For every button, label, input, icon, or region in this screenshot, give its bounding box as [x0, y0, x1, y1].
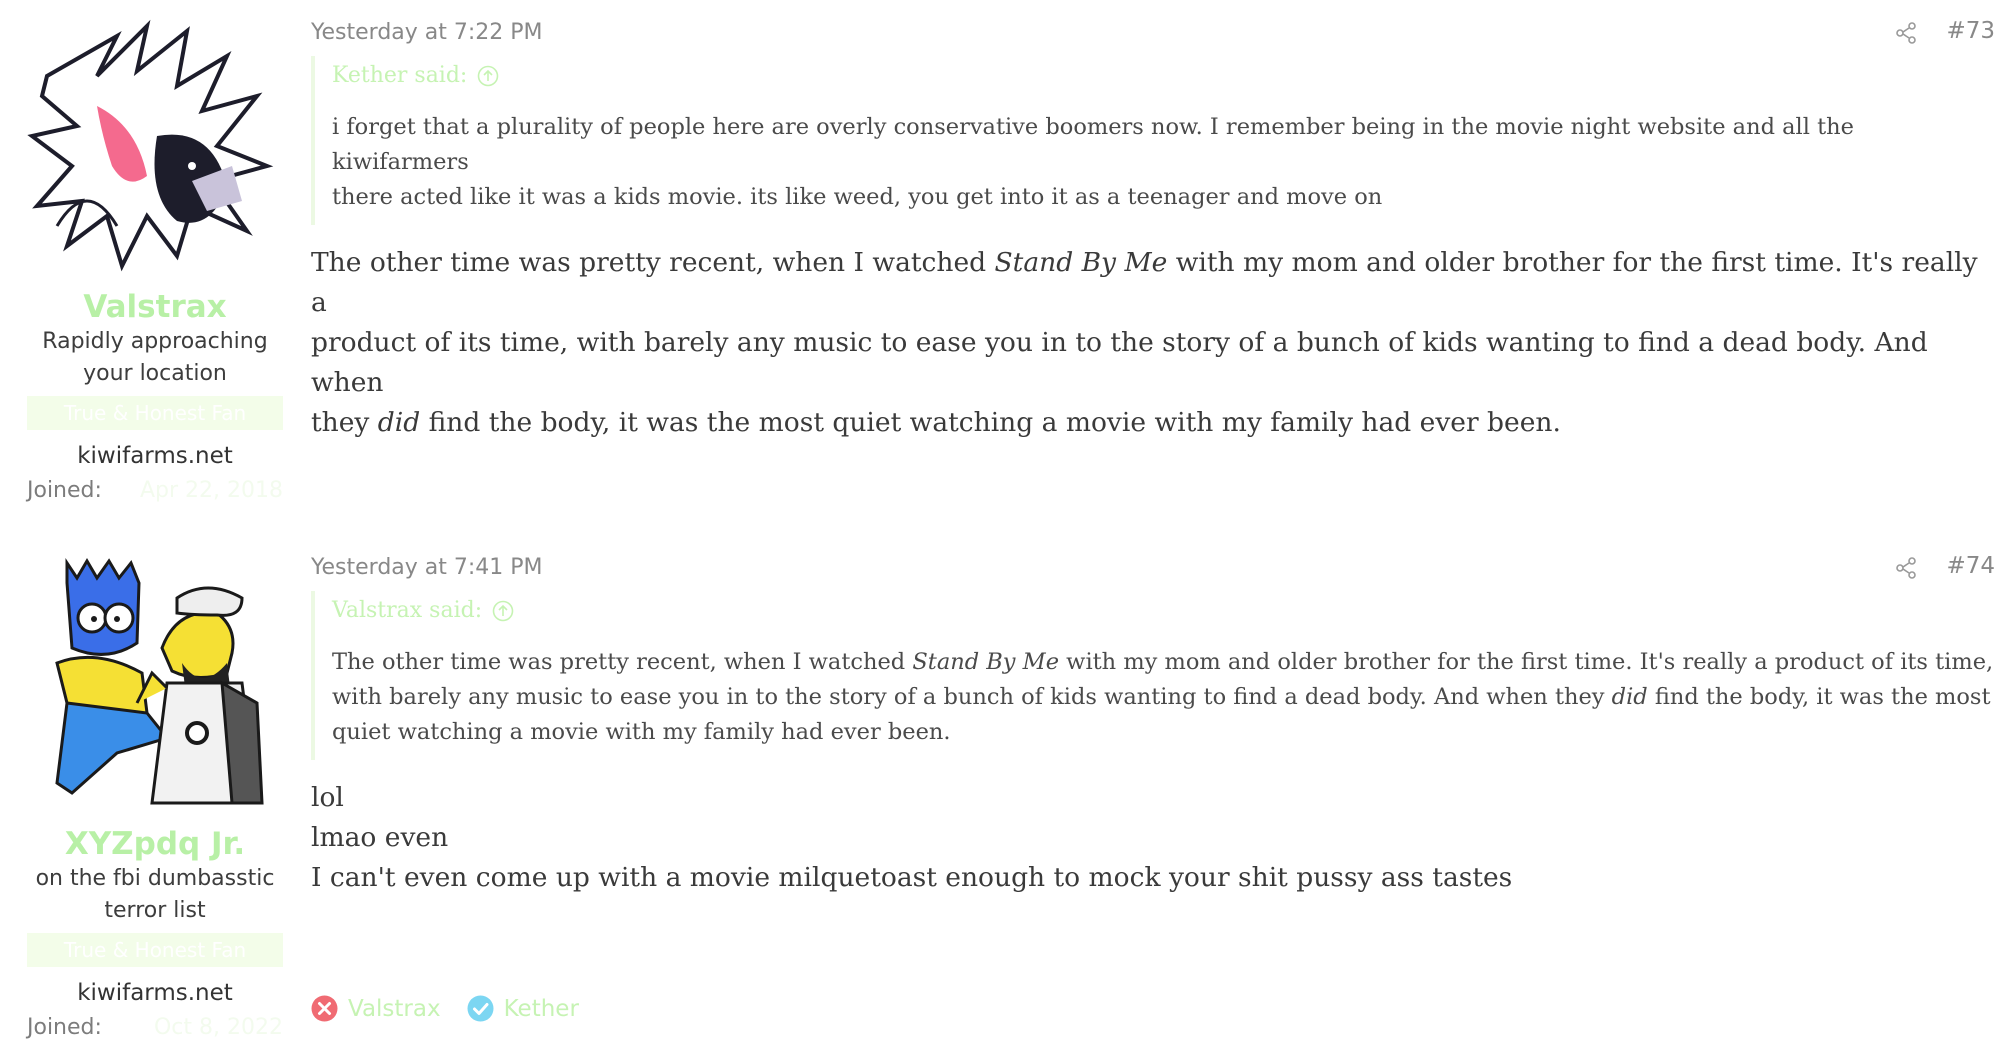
x-circle-icon — [311, 995, 338, 1022]
joined-value: Apr 22, 2018 — [139, 478, 283, 503]
arrow-up-circle-icon[interactable] — [492, 600, 514, 622]
quote-text: The other time was pretty recent, when I… — [332, 649, 913, 675]
username[interactable]: Valstrax — [27, 288, 283, 326]
quote-line: there acted like it was a kids movie. it… — [332, 184, 1383, 210]
quote-line: with barely any music to ease you in to … — [332, 680, 1995, 715]
post-content: Yesterday at 7:22 PM #73 Kether said: i … — [311, 0, 1995, 443]
user-site: kiwifarms.net — [77, 443, 233, 469]
body-italic: Stand By Me — [994, 247, 1168, 278]
joined-row: Joined: Oct 8, 2022 — [27, 1013, 283, 1043]
reaction-valstrax[interactable]: Valstrax — [311, 995, 441, 1022]
post-number[interactable]: #73 — [1946, 18, 1995, 44]
username[interactable]: XYZpdq Jr. — [27, 825, 283, 863]
body-line: lol — [311, 782, 344, 813]
post-date[interactable]: Yesterday at 7:22 PM — [311, 20, 543, 45]
body-text: they — [311, 407, 378, 438]
post-meta: Yesterday at 7:41 PM #74 — [311, 535, 1995, 580]
post-body: The other time was pretty recent, when I… — [311, 243, 1995, 443]
user-title-line1: on the fbi dumbasstic — [35, 866, 275, 891]
quote-author[interactable]: Valstrax said: — [332, 591, 482, 631]
reaction-user[interactable]: Valstrax — [348, 996, 441, 1022]
user-banner: True & Honest Fan — [27, 933, 283, 967]
quote-line: i forget that a plurality of people here… — [332, 114, 1854, 175]
post-74: XYZpdq Jr. on the fbi dumbasstic terror … — [0, 535, 2015, 1040]
post-meta: Yesterday at 7:22 PM #73 — [311, 0, 1995, 45]
joined-value: Oct 8, 2022 — [153, 1015, 283, 1040]
body-text: find the body, it was the most quiet wat… — [420, 407, 1561, 438]
reactions-bar: Valstrax Kether — [311, 995, 605, 1022]
body-italic: did — [377, 407, 421, 438]
quote-line: quiet watching a movie with my family ha… — [332, 719, 951, 745]
valstrax-avatar[interactable] — [27, 16, 283, 272]
quote-body: The other time was pretty recent, when I… — [332, 645, 1995, 760]
quote-italic: did — [1611, 684, 1648, 710]
quote-italic: Stand By Me — [912, 649, 1060, 675]
body-line: I can't even come up with a movie milque… — [311, 862, 1513, 893]
quote-text: with barely any music to ease you in to … — [332, 684, 1612, 710]
user-title-line2: terror list — [104, 898, 206, 923]
share-icon[interactable] — [1895, 22, 1917, 44]
check-circle-icon — [467, 995, 494, 1022]
cartoon-avatar[interactable] — [27, 553, 283, 809]
user-title-line2: your location — [83, 361, 227, 386]
body-line: product of its time, with barely any mus… — [311, 327, 1928, 398]
post-body: lol lmao even I can't even come up with … — [311, 778, 1995, 898]
body-line: they did find the body, it was the most … — [311, 403, 1995, 443]
body-text: The other time was pretty recent, when I… — [311, 247, 995, 278]
user-panel: XYZpdq Jr. on the fbi dumbasstic terror … — [27, 553, 283, 1043]
user-banner: True & Honest Fan — [27, 396, 283, 430]
quote-text: with my mom and older brother for the fi… — [1059, 649, 1994, 675]
user-panel: Valstrax Rapidly approaching your locati… — [27, 16, 283, 506]
quote-attribution[interactable]: Valstrax said: — [332, 591, 1995, 631]
post-73: Valstrax Rapidly approaching your locati… — [0, 0, 2015, 535]
user-title-line1: Rapidly approaching — [42, 329, 268, 354]
reaction-user[interactable]: Kether — [504, 996, 579, 1022]
quote-body: i forget that a plurality of people here… — [332, 110, 1995, 225]
quote-line: The other time was pretty recent, when I… — [332, 645, 1995, 680]
joined-row: Joined: Apr 22, 2018 — [27, 476, 283, 506]
quote-author[interactable]: Kether said: — [332, 56, 467, 96]
body-line: The other time was pretty recent, when I… — [311, 243, 1995, 323]
post-content: Yesterday at 7:41 PM #74 Valstrax said: — [311, 535, 1995, 898]
post-date[interactable]: Yesterday at 7:41 PM — [311, 555, 543, 580]
quote-block: Valstrax said: The other time was pretty… — [311, 591, 1995, 760]
arrow-up-circle-icon[interactable] — [477, 65, 499, 87]
reaction-kether[interactable]: Kether — [467, 995, 579, 1022]
post-number[interactable]: #74 — [1946, 553, 1995, 579]
quote-attribution[interactable]: Kether said: — [332, 56, 1995, 96]
quote-text: find the body, it was the most — [1647, 684, 1991, 710]
quote-block: Kether said: i forget that a plurality o… — [311, 56, 1995, 225]
joined-label: Joined: — [27, 1015, 102, 1040]
joined-label: Joined: — [27, 478, 102, 503]
user-site: kiwifarms.net — [77, 980, 233, 1006]
body-line: lmao even — [311, 822, 449, 853]
share-icon[interactable] — [1895, 557, 1917, 579]
